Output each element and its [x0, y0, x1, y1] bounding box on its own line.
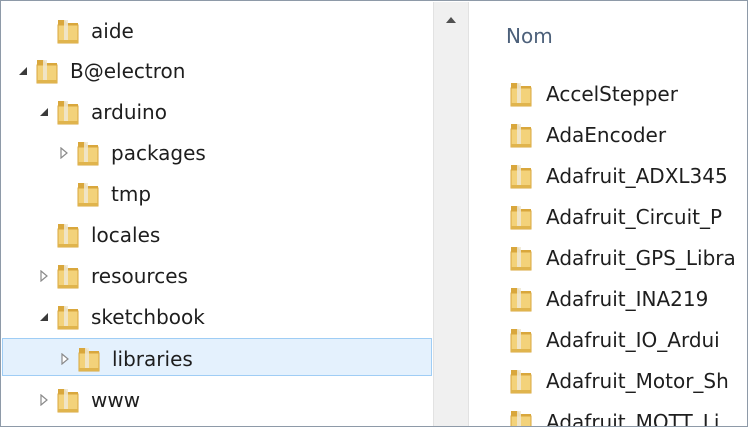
- tree-item-label: tmp: [111, 182, 152, 206]
- folder-icon: [55, 385, 81, 415]
- folder-icon: [508, 202, 534, 232]
- tree-item-label: aide: [91, 19, 134, 43]
- folder-icon: [75, 179, 101, 209]
- navigation-scrollbar[interactable]: [433, 2, 469, 426]
- folder-icon: [76, 344, 102, 374]
- folder-icon: [508, 284, 534, 314]
- collapsed-arrow-icon: [61, 353, 69, 365]
- folder-icon: [510, 329, 532, 353]
- folder-icon: [510, 124, 532, 148]
- folder-icon: [508, 243, 534, 273]
- tree-toggle[interactable]: [56, 145, 72, 161]
- scroll-up-arrow-icon: [446, 17, 456, 23]
- file-name: Adafruit_ADXL345: [546, 164, 728, 188]
- column-header-name[interactable]: Nom: [506, 24, 553, 48]
- scroll-up-button[interactable]: [434, 2, 468, 38]
- tree-item-label: www: [91, 388, 141, 412]
- tree-toggle[interactable]: [36, 392, 52, 408]
- expanded-arrow-icon: [19, 67, 27, 75]
- tree-toggle[interactable]: [36, 104, 52, 120]
- tree-item-label: libraries: [112, 347, 193, 371]
- file-list-item[interactable]: Adafruit_ADXL345: [470, 157, 747, 197]
- file-list-item[interactable]: Adafruit_Circuit_P: [470, 198, 747, 238]
- file-list-item[interactable]: Adafruit_Motor_Sh: [470, 362, 747, 402]
- folder-icon: [55, 220, 81, 250]
- folder-icon: [57, 20, 79, 44]
- file-list-item[interactable]: AccelStepper: [470, 75, 747, 115]
- folder-icon: [508, 161, 534, 191]
- tree-item-sketchbook[interactable]: sketchbook: [2, 297, 432, 337]
- folder-icon: [77, 183, 99, 207]
- tree-toggle[interactable]: [36, 309, 52, 325]
- tree-item-www[interactable]: www: [2, 380, 432, 420]
- folder-icon: [510, 247, 532, 271]
- file-name: AccelStepper: [546, 82, 678, 106]
- collapsed-arrow-icon: [40, 394, 48, 406]
- tree-item-label: B@electron: [70, 59, 186, 83]
- folder-icon: [57, 265, 79, 289]
- folder-icon: [510, 165, 532, 189]
- tree-item-arduino[interactable]: arduino: [2, 92, 432, 132]
- file-list-item[interactable]: Adafruit_GPS_Libra: [470, 239, 747, 279]
- folder-icon: [508, 79, 534, 109]
- tree-toggle[interactable]: [57, 351, 73, 367]
- collapsed-arrow-icon: [40, 270, 48, 282]
- folder-icon: [510, 370, 532, 394]
- tree-item-tmp[interactable]: tmp: [2, 174, 432, 214]
- file-name: Adafruit_Circuit_P: [546, 205, 723, 229]
- tree-toggle[interactable]: [15, 63, 31, 79]
- file-name: Adafruit_MQTT_Li: [546, 410, 720, 427]
- tree-item-label: arduino: [91, 100, 167, 124]
- file-name: Adafruit_INA219: [546, 287, 709, 311]
- folder-icon: [57, 224, 79, 248]
- scroll-track[interactable]: [436, 42, 466, 422]
- tree-item-label: resources: [91, 264, 188, 288]
- tree-item-libraries[interactable]: libraries: [2, 338, 432, 376]
- folder-icon: [508, 407, 534, 426]
- tree-item-packages[interactable]: packages: [2, 133, 432, 173]
- tree-item-b-electron[interactable]: B@electron: [2, 51, 432, 91]
- folder-icon: [55, 16, 81, 46]
- folder-icon: [55, 302, 81, 332]
- tree-toggle[interactable]: [36, 268, 52, 284]
- folder-icon: [78, 348, 100, 372]
- tree-item-label: sketchbook: [91, 305, 205, 329]
- folder-icon: [36, 60, 58, 84]
- content-pane: Nom AccelStepper AdaEncoder Adafruit_ADX…: [470, 2, 747, 427]
- folder-icon: [55, 97, 81, 127]
- file-name: Adafruit_IO_Ardui: [546, 328, 720, 352]
- tree-item-resources[interactable]: resources: [2, 256, 432, 296]
- file-list-item[interactable]: AdaEncoder: [470, 116, 747, 156]
- folder-icon: [34, 56, 60, 86]
- file-list-item[interactable]: Adafruit_INA219: [470, 280, 747, 320]
- expanded-arrow-icon: [40, 108, 48, 116]
- file-list-item[interactable]: Adafruit_MQTT_Li: [470, 403, 747, 427]
- explorer-window: aide B@electron arduino packages tmp loc…: [0, 0, 748, 427]
- folder-icon: [510, 288, 532, 312]
- tree-item-label: packages: [111, 141, 206, 165]
- folder-icon: [510, 411, 532, 426]
- tree-item-label: locales: [91, 223, 161, 247]
- folder-icon: [508, 325, 534, 355]
- file-list-item[interactable]: Adafruit_IO_Ardui: [470, 321, 747, 361]
- folder-icon: [508, 120, 534, 150]
- folder-icon: [55, 261, 81, 291]
- expanded-arrow-icon: [40, 313, 48, 321]
- folder-icon: [75, 138, 101, 168]
- tree-item-aide[interactable]: aide: [2, 11, 432, 51]
- file-name: Adafruit_GPS_Libra: [546, 246, 736, 270]
- folder-icon: [508, 366, 534, 396]
- folder-icon: [57, 101, 79, 125]
- folder-icon: [77, 142, 99, 166]
- folder-icon: [510, 206, 532, 230]
- file-name: AdaEncoder: [546, 123, 667, 147]
- folder-icon: [57, 306, 79, 330]
- collapsed-arrow-icon: [60, 147, 68, 159]
- tree-item-locales[interactable]: locales: [2, 215, 432, 255]
- navigation-pane[interactable]: aide B@electron arduino packages tmp loc…: [2, 2, 432, 426]
- folder-icon: [57, 389, 79, 413]
- file-name: Adafruit_Motor_Sh: [546, 369, 729, 393]
- folder-icon: [510, 83, 532, 107]
